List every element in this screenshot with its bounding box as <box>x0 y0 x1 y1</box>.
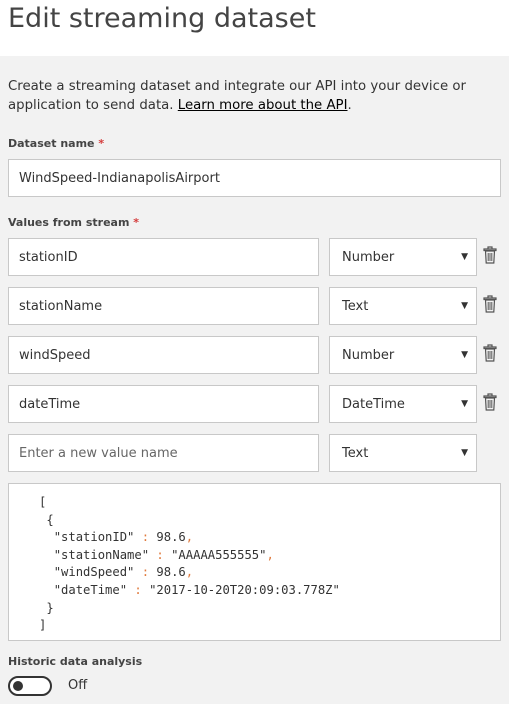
value-type-select[interactable]: Number ▼ <box>329 336 477 374</box>
value-type-label: DateTime <box>342 396 405 412</box>
trash-icon[interactable] <box>483 344 497 362</box>
required-mark: * <box>133 216 140 229</box>
page-title: Edit streaming dataset <box>8 3 316 34</box>
value-type-label: Number <box>342 347 395 363</box>
json-open-brace: { <box>46 512 54 527</box>
new-value-input[interactable]: Enter a new value name <box>8 434 319 472</box>
value-type-label: Text <box>342 298 369 314</box>
required-mark: * <box>98 137 105 150</box>
json-comma: , <box>185 530 194 545</box>
chevron-down-icon: ▼ <box>461 350 468 360</box>
json-key: "dateTime" <box>53 582 128 597</box>
value-name-input[interactable]: stationName <box>8 287 319 325</box>
value-type-label: Number <box>342 249 395 265</box>
chevron-down-icon: ▼ <box>461 448 468 458</box>
value-name-input[interactable]: dateTime <box>8 385 319 423</box>
json-open-bracket: [ <box>39 495 47 509</box>
new-value-type-select[interactable]: Text ▼ <box>329 434 477 472</box>
json-comma: , <box>266 547 274 562</box>
json-close-brace: } <box>46 600 54 615</box>
historic-data-toggle[interactable] <box>8 676 52 696</box>
json-separator: : <box>134 565 157 580</box>
json-separator: : <box>127 582 150 597</box>
chevron-down-icon: ▼ <box>461 399 468 409</box>
value-type-select[interactable]: Text ▼ <box>329 287 477 325</box>
description: Create a streaming dataset and integrate… <box>8 77 503 115</box>
json-value: 98.6 <box>156 530 186 545</box>
trash-icon[interactable] <box>483 393 497 411</box>
value-name-input[interactable]: stationID <box>8 238 319 276</box>
description-end: . <box>347 98 352 113</box>
trash-icon[interactable] <box>483 295 497 313</box>
dataset-name-input[interactable]: WindSpeed-IndianapolisAirport <box>8 159 501 197</box>
value-name-input[interactable]: windSpeed <box>8 336 319 374</box>
values-from-stream-label: Values from stream * <box>8 216 139 229</box>
value-type-select[interactable]: DateTime ▼ <box>329 385 477 423</box>
chevron-down-icon: ▼ <box>461 252 468 262</box>
json-value: "2017-10-20T20:09:03.778Z" <box>149 582 340 597</box>
json-key: "windSpeed" <box>53 565 135 580</box>
json-key: "stationID" <box>53 530 135 545</box>
trash-icon[interactable] <box>483 246 497 264</box>
json-value: 98.6 <box>156 565 186 580</box>
dataset-name-label: Dataset name * <box>8 137 104 150</box>
json-separator: : <box>134 530 157 545</box>
toggle-state-label: Off <box>68 678 88 693</box>
chevron-down-icon: ▼ <box>461 301 468 311</box>
json-preview[interactable]: [ { "stationID" : 98.6, "stationName" : … <box>8 483 501 641</box>
dataset-name-label-text: Dataset name <box>8 137 95 150</box>
json-key: "stationName" <box>53 547 150 562</box>
value-type-select[interactable]: Number ▼ <box>329 238 477 276</box>
toggle-knob <box>13 681 23 691</box>
json-close-bracket: ] <box>39 618 47 633</box>
header-bar: Edit streaming dataset <box>0 0 509 56</box>
json-comma: , <box>185 565 194 580</box>
json-separator: : <box>149 547 172 562</box>
learn-more-link[interactable]: Learn more about the API <box>178 98 348 113</box>
json-value: "AAAAA555555" <box>171 547 267 562</box>
values-label-text: Values from stream <box>8 216 130 229</box>
historic-data-label: Historic data analysis <box>8 655 143 668</box>
value-type-label: Text <box>342 445 369 461</box>
